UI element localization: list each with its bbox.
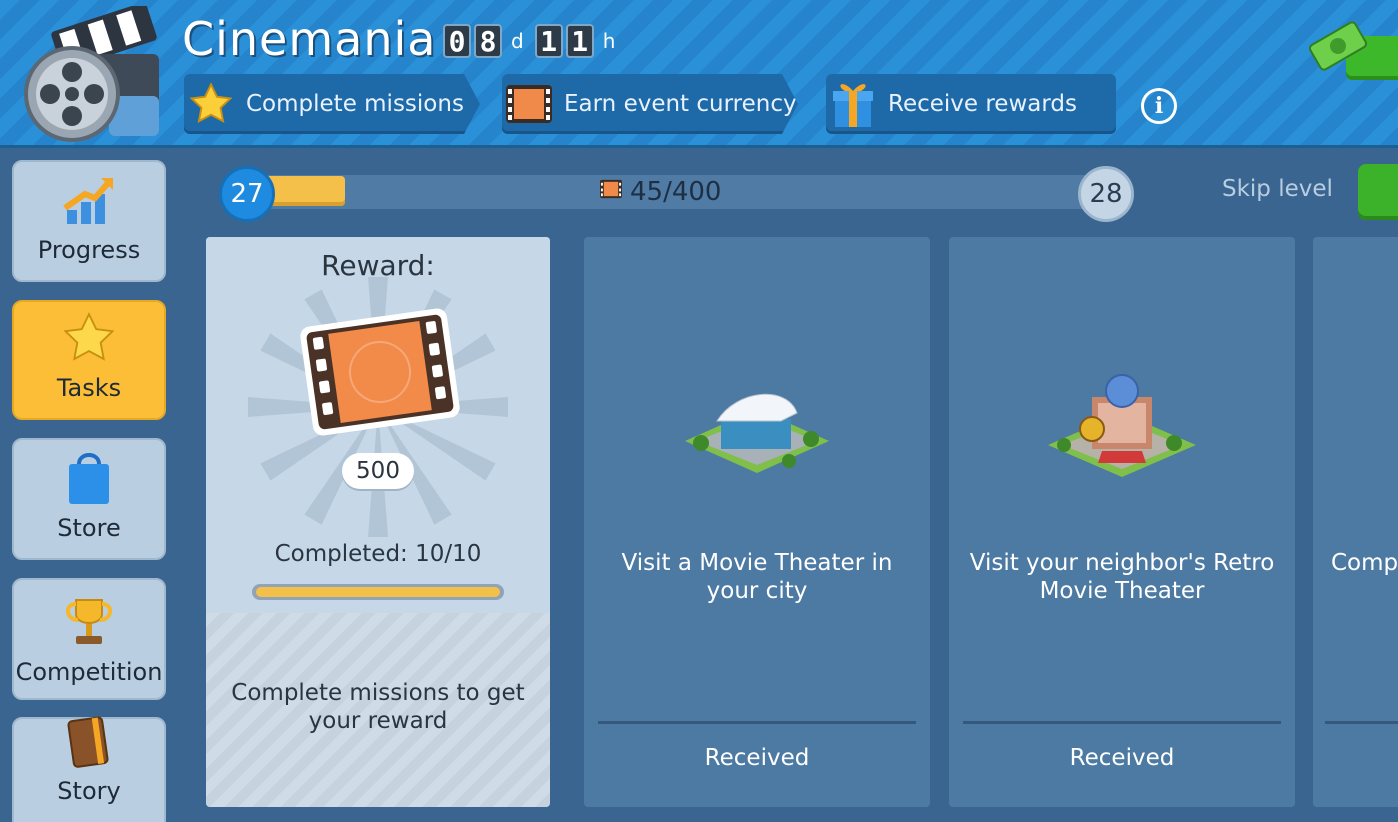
sidebar-item-label: Tasks	[56, 374, 122, 402]
task-status: Received	[704, 745, 810, 771]
step-earn-currency: Earn event currency	[502, 74, 798, 134]
next-level-badge: 28	[1078, 166, 1134, 222]
sidebar-item-competition[interactable]: Competition	[12, 578, 166, 700]
reward-amount-badge: 500	[342, 453, 414, 489]
reward-note-area: Complete missions to get your reward	[206, 613, 550, 807]
completed-progress-fill	[256, 587, 500, 597]
star-icon	[186, 79, 236, 129]
sidebar-item-label: Story	[57, 777, 121, 805]
shopping-bag-icon	[65, 448, 113, 512]
film-frame-icon	[598, 177, 624, 207]
info-button[interactable]: i	[1141, 88, 1177, 124]
step-label: Complete missions	[246, 91, 464, 117]
level-progress-label: 45/400	[598, 177, 721, 207]
task-description: Comp	[1331, 550, 1398, 576]
retro-theater-building-icon	[1048, 374, 1196, 477]
task-description: Visit your neighbor's Retro Movie Theate…	[969, 550, 1275, 604]
cash-purchase-button[interactable]	[1306, 16, 1398, 80]
step-label: Receive rewards	[888, 91, 1077, 117]
task-card[interactable]: Visit your neighbor's Retro Movie Theate…	[949, 237, 1295, 807]
timer-hours-unit: h	[602, 29, 616, 53]
completed-counter: Completed: 10/10	[274, 541, 482, 567]
progress-value: 45/400	[630, 177, 722, 207]
event-title: Cinemania	[182, 12, 437, 66]
gift-icon	[828, 79, 878, 129]
timer-digit: 1	[534, 24, 563, 58]
info-icon: i	[1154, 93, 1164, 119]
sidebar-item-story[interactable]: Story	[12, 715, 166, 822]
task-card[interactable]: Visit a Movie Theater in your city Recei…	[584, 237, 930, 807]
event-timer: 0 8 d 1 1 h	[443, 24, 623, 58]
star-icon	[60, 310, 118, 372]
timer-days-unit: d	[511, 29, 524, 53]
step-complete-missions: Complete missions	[184, 74, 480, 134]
step-label: Earn event currency	[564, 91, 797, 117]
progress-chart-icon	[61, 174, 117, 234]
sidebar-item-progress[interactable]: Progress	[12, 160, 166, 282]
sidebar-item-label: Store	[57, 514, 121, 542]
task-status: Received	[1069, 745, 1175, 771]
sidebar-item-label: Competition	[15, 658, 163, 686]
task-card[interactable]: Comp	[1313, 237, 1398, 807]
task-divider	[598, 721, 916, 724]
cinemania-logo-icon	[14, 2, 164, 144]
reward-note: Complete missions to get your reward	[231, 680, 525, 734]
sidebar-item-label: Progress	[37, 236, 141, 264]
current-level-badge: 27	[219, 166, 275, 222]
timer-digit: 0	[443, 24, 471, 58]
task-description: Visit a Movie Theater in your city	[621, 550, 893, 604]
sidebar-item-tasks[interactable]: Tasks	[12, 300, 166, 420]
completed-progress-bar	[252, 584, 504, 600]
timer-digit: 8	[474, 24, 502, 58]
book-icon	[65, 715, 113, 775]
step-receive-rewards: Receive rewards	[826, 74, 1116, 134]
cash-icon	[1308, 21, 1368, 71]
trophy-icon	[62, 596, 116, 656]
skip-level-label: Skip level	[1222, 176, 1333, 202]
movie-theater-building-icon	[685, 393, 829, 473]
header: Cinemania 0 8 d 1 1 h Complete missions …	[0, 0, 1398, 148]
reward-top: Reward: 500 Completed: 10/10	[206, 237, 550, 613]
sidebar-item-store[interactable]: Store	[12, 438, 166, 560]
film-frame-icon	[504, 79, 554, 129]
task-divider	[963, 721, 1281, 724]
reward-title: Reward:	[321, 249, 435, 282]
film-frame-icon	[300, 308, 460, 436]
timer-digit: 1	[565, 24, 594, 58]
task-divider	[1325, 721, 1398, 724]
skip-level-button[interactable]	[1358, 164, 1398, 220]
reward-card: Reward: 500 Completed: 10/10 Complete mi…	[206, 237, 550, 807]
